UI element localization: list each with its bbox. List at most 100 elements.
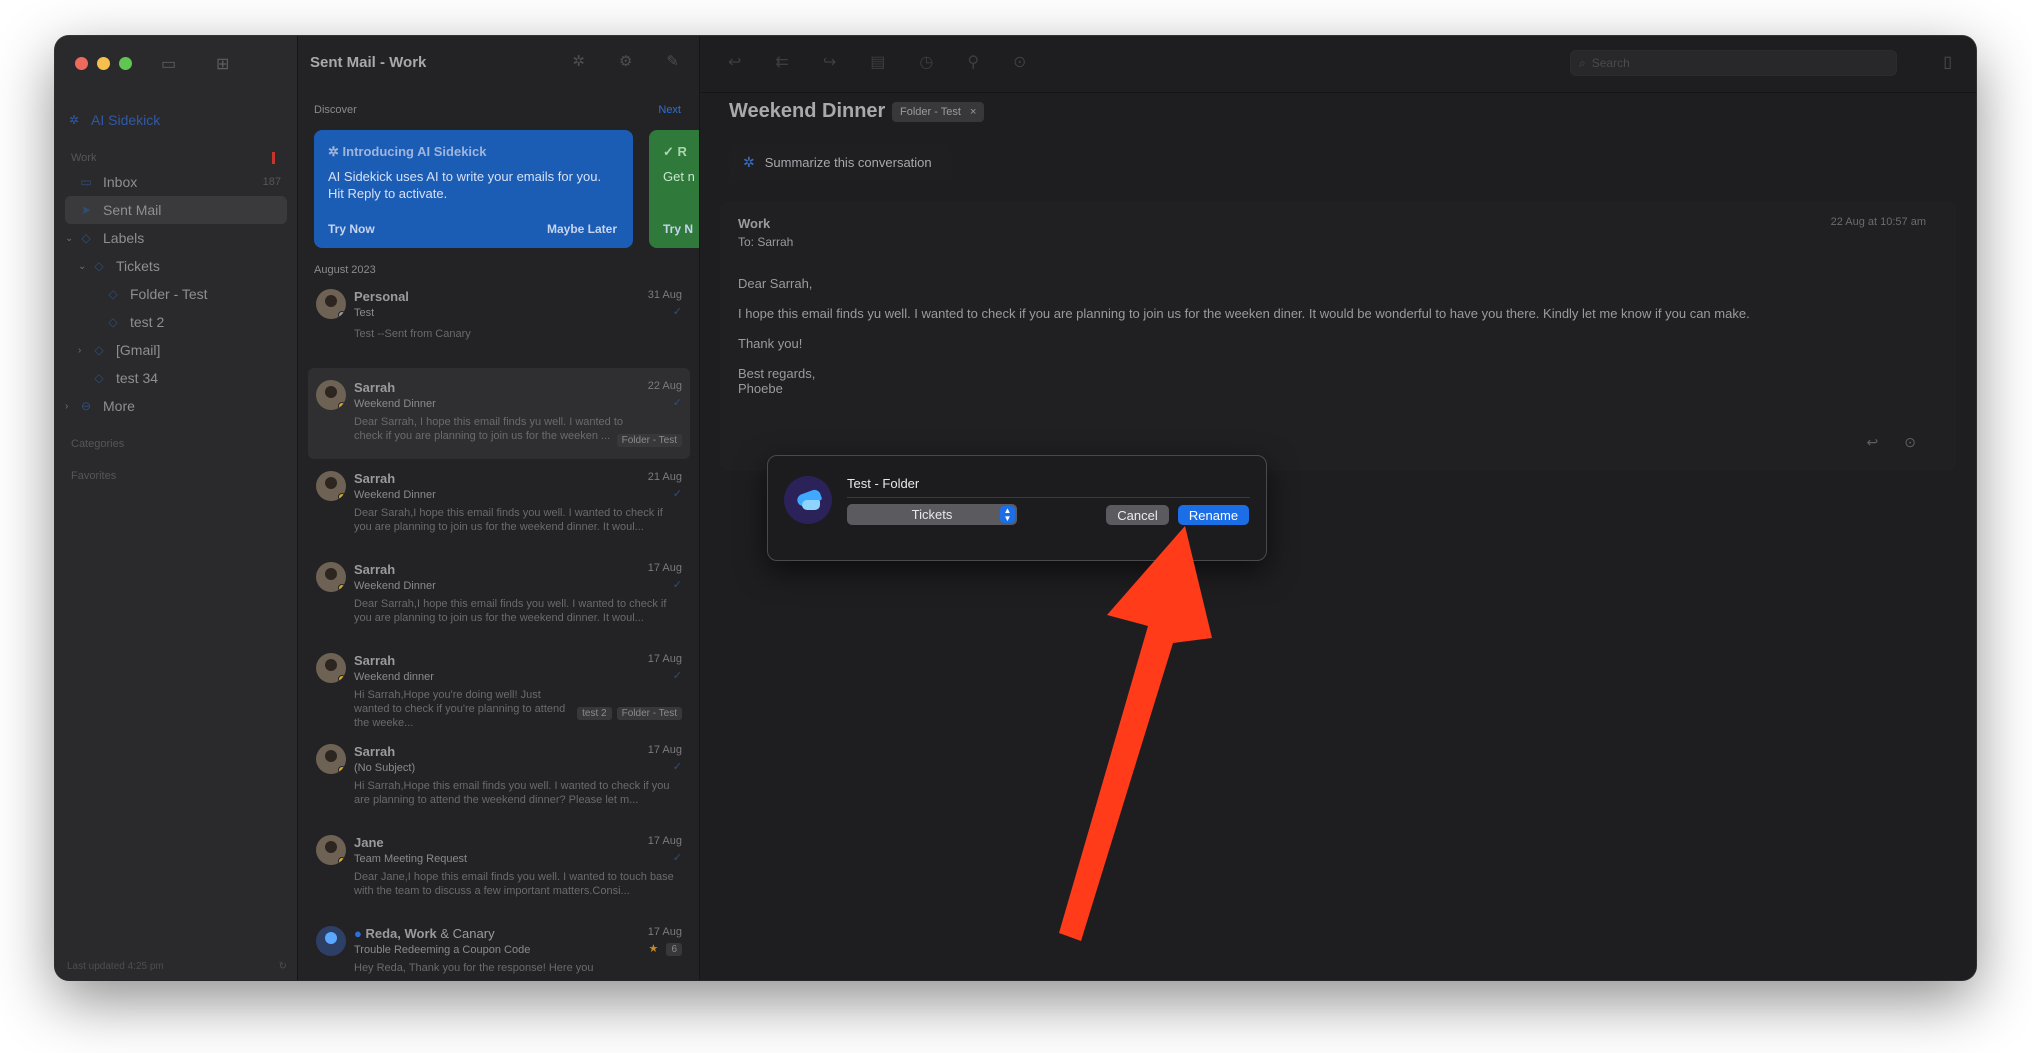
- forward-icon[interactable]: ↪: [823, 52, 836, 72]
- sender-name: Sarrah: [354, 471, 396, 486]
- sidebar-item-gmail[interactable]: › ◇ [Gmail]: [65, 336, 287, 364]
- sidebar-item-label: More: [103, 398, 135, 414]
- sidebar-section-categories[interactable]: Categories: [65, 434, 287, 454]
- reader-toolbar: ↩ ⇇ ↪ ▤ ◷ ⚲ ⊙: [728, 52, 1026, 72]
- grid-icon[interactable]: ⊞: [216, 54, 229, 74]
- sidebar-item-label: Folder - Test: [130, 286, 208, 302]
- sidebar-item-more[interactable]: › ⊖ More: [65, 392, 287, 420]
- close-window-button[interactable]: [75, 57, 88, 70]
- promo-title: ✓ R: [663, 144, 687, 159]
- sidebar-item-test-2[interactable]: ◇ test 2: [65, 308, 287, 336]
- sidebar-item-label: Tickets: [116, 258, 160, 274]
- minimize-window-button[interactable]: [97, 57, 110, 70]
- sidebar-section-favorites[interactable]: Favorites: [65, 466, 287, 486]
- message-date: 17 Aug: [647, 562, 682, 574]
- discover-heading: Discover: [314, 104, 357, 116]
- list-item[interactable]: Sarrah 21 Aug ✓ Weekend Dinner Dear Sara…: [308, 459, 690, 550]
- filter-icon[interactable]: ⚙: [619, 52, 632, 70]
- tag-icon: ◇: [94, 371, 104, 385]
- cancel-button[interactable]: Cancel: [1106, 505, 1169, 525]
- search-input[interactable]: ⌕ Search: [1570, 50, 1897, 76]
- message-preview: Dear Sarrah,I hope this email finds you …: [354, 598, 667, 624]
- parent-folder-select[interactable]: Tickets ▲ ▼: [847, 504, 1017, 525]
- maybe-later-button[interactable]: Maybe Later: [547, 222, 617, 236]
- list-item[interactable]: ● Reda, Work & Canary 17 Aug ★ 6 Trouble…: [308, 914, 690, 980]
- rename-button[interactable]: Rename: [1178, 505, 1249, 525]
- remove-tag-icon[interactable]: ×: [970, 106, 976, 118]
- sender-name: Personal: [354, 289, 409, 304]
- reply-icon[interactable]: ↩: [728, 52, 741, 72]
- email-card: Work To: Sarrah 22 Aug at 10:57 am Dear …: [720, 201, 1956, 471]
- message-subject: Test: [354, 307, 375, 319]
- reply-icon[interactable]: ↩: [1867, 434, 1879, 451]
- summarize-button[interactable]: ✲ Summarize this conversation: [729, 144, 952, 180]
- unread-dot-icon: ●: [354, 926, 366, 941]
- message-date: 17 Aug: [647, 744, 682, 756]
- sidebar-item-labels[interactable]: ⌄ ◇ Labels: [65, 224, 287, 252]
- chevron-down-icon[interactable]: ⌄: [65, 233, 77, 244]
- clock-icon[interactable]: ◷: [919, 52, 933, 72]
- avatar: [316, 744, 346, 774]
- message-subject: (No Subject): [354, 762, 416, 774]
- sparkles-icon: ✲: [68, 113, 80, 127]
- refresh-icon[interactable]: ↻: [279, 961, 287, 972]
- rename-folder-dialog: Test - Folder Tickets ▲ ▼ Cancel Rename: [767, 455, 1267, 561]
- sidebar-item-ai-sidekick[interactable]: ✲ AI Sidekick: [65, 106, 287, 134]
- promo-action-button[interactable]: Try N: [663, 222, 693, 236]
- sidebar-item-folder-test[interactable]: ◇ Folder - Test: [65, 280, 287, 308]
- sidebar-toggle-icon[interactable]: ▭: [161, 54, 176, 74]
- tag-icon: ◇: [81, 231, 91, 245]
- message-subject: Weekend dinner: [354, 671, 434, 683]
- message-preview: Test --Sent from Canary: [354, 328, 471, 340]
- inbox-count: 187: [262, 176, 281, 188]
- sidebar-item-inbox[interactable]: ▭ Inbox 187: [65, 168, 287, 196]
- try-now-button[interactable]: Try Now: [328, 222, 375, 236]
- discover-next-link[interactable]: Next: [658, 104, 681, 116]
- pin-icon[interactable]: ⚲: [967, 52, 979, 72]
- thread-subject: Weekend Dinner: [729, 100, 886, 122]
- label-tag: Folder - Test: [616, 707, 682, 720]
- sidebar-right-icon[interactable]: ▯: [1943, 52, 1952, 72]
- search-icon: ⌕: [1579, 55, 1586, 70]
- email-recipient: To: Sarrah: [738, 235, 794, 249]
- reply-all-icon[interactable]: ⇇: [775, 52, 788, 72]
- sender-name: Sarrah: [354, 562, 396, 577]
- list-item[interactable]: Sarrah 17 Aug ✓ Weekend Dinner Dear Sarr…: [308, 550, 690, 641]
- compose-icon[interactable]: ✎: [666, 52, 679, 70]
- checkmark-icon: ✓: [672, 488, 682, 500]
- message-preview: Dear Jane,I hope this email finds you we…: [354, 871, 674, 897]
- star-icon[interactable]: ★ 6: [649, 942, 682, 956]
- promo-body: AI Sidekick uses AI to write your emails…: [328, 169, 602, 201]
- sidebar-list: ✲ AI Sidekick Work ▭ Inbox 187 ➤ Sent Ma…: [65, 106, 287, 486]
- email-sender: Work: [738, 216, 771, 231]
- app-window: ▭ ⊞ ✲ AI Sidekick Work ▭ Inbox 187 ➤ Sen…: [55, 36, 1976, 980]
- list-item[interactable]: Sarrah 22 Aug ✓ Weekend Dinner Dear Sarr…: [308, 368, 690, 459]
- sidebar-item-sent-mail[interactable]: ➤ Sent Mail: [65, 196, 287, 224]
- checkmark-icon: ✓: [672, 306, 682, 318]
- avatar: [316, 653, 346, 683]
- avatar: [316, 835, 346, 865]
- sender-name: Sarrah: [354, 744, 396, 759]
- tag-icon: ◇: [108, 315, 118, 329]
- folder-name-field[interactable]: Test - Folder: [847, 476, 1250, 498]
- list-item[interactable]: Sarrah 17 Aug ✓ Weekend dinner Hi Sarrah…: [308, 641, 690, 732]
- list-item[interactable]: Sarrah 17 Aug ✓ (No Subject) Hi Sarrah,H…: [308, 732, 690, 823]
- sparkles-icon: ✲: [328, 144, 343, 159]
- sidebar-item-label: test 34: [116, 370, 159, 386]
- chevron-right-icon[interactable]: ›: [65, 401, 77, 412]
- archive-icon[interactable]: ▤: [870, 52, 885, 72]
- more-icon[interactable]: ⊙: [1013, 52, 1026, 72]
- sidebar-item-test-34[interactable]: ◇ test 34: [65, 364, 287, 392]
- more-icon[interactable]: ⊙: [1904, 434, 1916, 451]
- chevron-right-icon[interactable]: ›: [78, 345, 90, 356]
- sidebar-item-label: AI Sidekick: [91, 112, 161, 128]
- zoom-window-button[interactable]: [119, 57, 132, 70]
- chevron-down-icon[interactable]: ⌄: [78, 261, 90, 272]
- list-item[interactable]: Personal 31 Aug ✓ Test Test --Sent from …: [308, 277, 690, 368]
- sidebar-item-tickets[interactable]: ⌄ ◇ Tickets: [65, 252, 287, 280]
- sender-name: Jane: [354, 835, 384, 850]
- sidebar-item-label: Sent Mail: [103, 202, 162, 218]
- sparkles-icon[interactable]: ✲: [572, 52, 585, 70]
- checkmark-icon: ✓: [672, 397, 682, 409]
- list-item[interactable]: Jane 17 Aug ✓ Team Meeting Request Dear …: [308, 823, 690, 914]
